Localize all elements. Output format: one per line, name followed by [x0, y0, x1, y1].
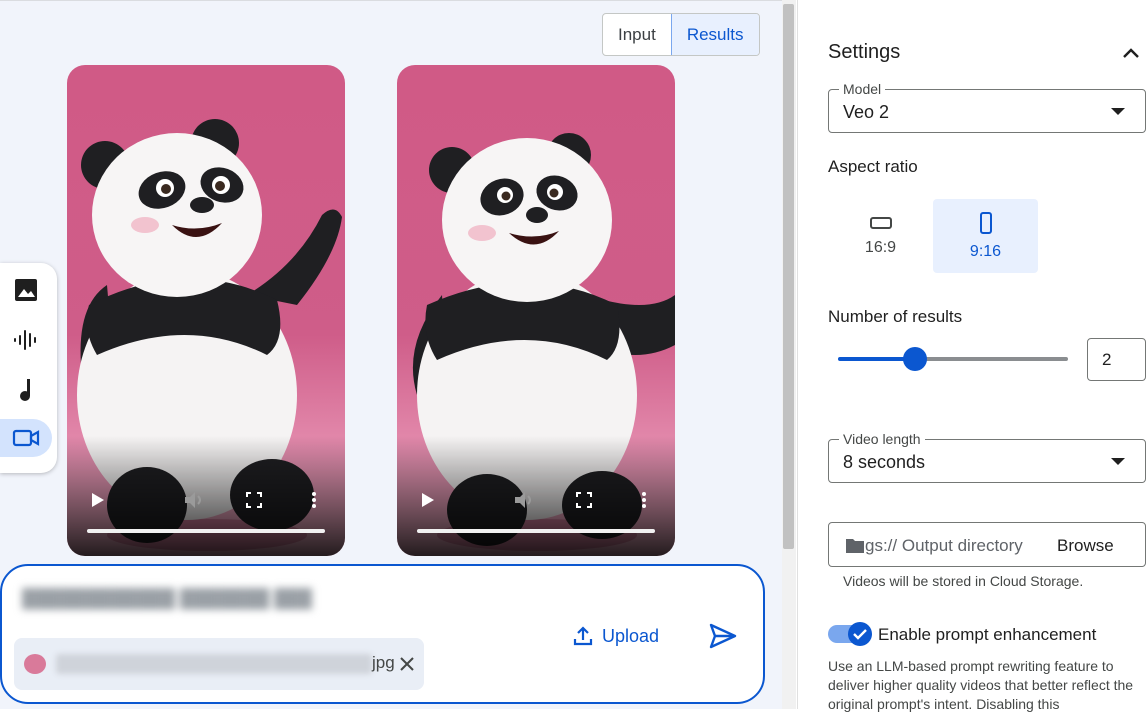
volume-icon [185, 492, 201, 508]
dropdown-arrow-icon [1111, 458, 1125, 465]
audio-waveform-icon [14, 330, 36, 350]
input-results-tabs: Input Results [602, 13, 760, 56]
music-mode-button[interactable] [0, 371, 52, 409]
results-slider-thumb[interactable] [903, 347, 927, 371]
tab-input[interactable]: Input [603, 14, 671, 55]
play-button[interactable] [87, 489, 109, 511]
aspect-ratio-label: Aspect ratio [828, 157, 918, 176]
more-options-button[interactable] [303, 489, 325, 511]
video-length-select[interactable]: Video length 8 seconds [828, 431, 1146, 483]
video-length-value: 8 seconds [843, 452, 926, 472]
aspect-option-16-9[interactable]: 16:9 [828, 199, 933, 273]
music-note-icon [20, 379, 30, 401]
scrollbar-thumb[interactable] [783, 4, 794, 549]
attachment-filename-redacted [56, 654, 372, 674]
more-vert-icon [642, 492, 646, 508]
video-player-2[interactable] [397, 65, 675, 556]
video-player-1[interactable] [67, 65, 345, 556]
output-directory-placeholder: gs:// Output directory [865, 536, 1023, 555]
results-slider-track[interactable] [916, 357, 1068, 361]
video-mode-button[interactable] [0, 419, 52, 457]
upload-button[interactable]: Upload [572, 624, 659, 648]
fullscreen-icon [576, 492, 592, 508]
play-icon [422, 493, 434, 507]
prompt-composer[interactable]: ████████████ ███████ ██████ jpg Upload [0, 564, 765, 704]
upload-label: Upload [602, 625, 660, 646]
mute-button[interactable] [183, 489, 205, 511]
number-of-results-label: Number of results [828, 307, 963, 326]
model-select[interactable]: Model Veo 2 [828, 81, 1146, 133]
video-progress-bar[interactable] [417, 529, 655, 533]
results-count-input[interactable]: 2 [1087, 338, 1146, 381]
prompt-enhancement-label: Enable prompt enhancement [878, 625, 1097, 644]
mute-button[interactable] [513, 489, 535, 511]
results-workspace: Input Results ████████████ ███████ ███ j… [0, 0, 782, 709]
settings-title: Settings [828, 41, 901, 63]
storage-hint: Videos will be stored in Cloud Storage. [843, 573, 1084, 589]
video-length-label: Video length [839, 431, 925, 447]
browse-button[interactable]: Browse [1057, 536, 1114, 556]
output-directory-field[interactable]: gs:// Output directory Browse [828, 522, 1146, 567]
settings-panel: Settings Model Veo 2 Aspect ratio 16:9 9… [797, 0, 1146, 712]
fullscreen-button[interactable] [573, 489, 595, 511]
prompt-enhancement-toggle[interactable] [828, 622, 874, 646]
video-progress-bar[interactable] [87, 529, 325, 533]
image-icon [15, 279, 37, 301]
more-options-button[interactable] [633, 489, 655, 511]
chevron-up-icon[interactable] [1120, 42, 1142, 64]
more-vert-icon [312, 492, 316, 508]
fullscreen-button[interactable] [243, 489, 265, 511]
play-icon [92, 493, 104, 507]
model-label: Model [839, 81, 886, 97]
close-icon[interactable] [398, 655, 416, 673]
folder-icon [846, 539, 864, 553]
attachment-chip: jpg [14, 638, 424, 690]
portrait-icon [979, 212, 992, 234]
aspect-option-label: 9:16 [969, 243, 1002, 260]
prompt-text-redacted[interactable]: ████████████ ███████ ██████ [22, 588, 312, 614]
landscape-icon [869, 217, 892, 229]
prompt-enhancement-description: Use an LLM-based prompt rewriting featur… [828, 658, 1134, 712]
toggle-knob [848, 622, 872, 646]
aspect-option-label: 16:9 [864, 239, 897, 256]
play-button[interactable] [417, 489, 439, 511]
dropdown-arrow-icon [1111, 108, 1125, 115]
attachment-thumbnail [24, 654, 46, 674]
tab-results[interactable]: Results [670, 14, 759, 55]
aspect-option-9-16[interactable]: 9:16 [933, 199, 1038, 273]
check-icon [853, 629, 867, 640]
audio-mode-button[interactable] [0, 321, 52, 359]
model-value: Veo 2 [843, 102, 890, 122]
video-camera-icon [12, 429, 40, 447]
volume-icon [515, 492, 531, 508]
upload-icon [573, 626, 593, 646]
attachment-extension: jpg [372, 653, 395, 672]
image-mode-button[interactable] [0, 271, 52, 309]
media-type-rail [0, 263, 57, 473]
send-icon[interactable] [708, 622, 738, 650]
fullscreen-icon [246, 492, 262, 508]
